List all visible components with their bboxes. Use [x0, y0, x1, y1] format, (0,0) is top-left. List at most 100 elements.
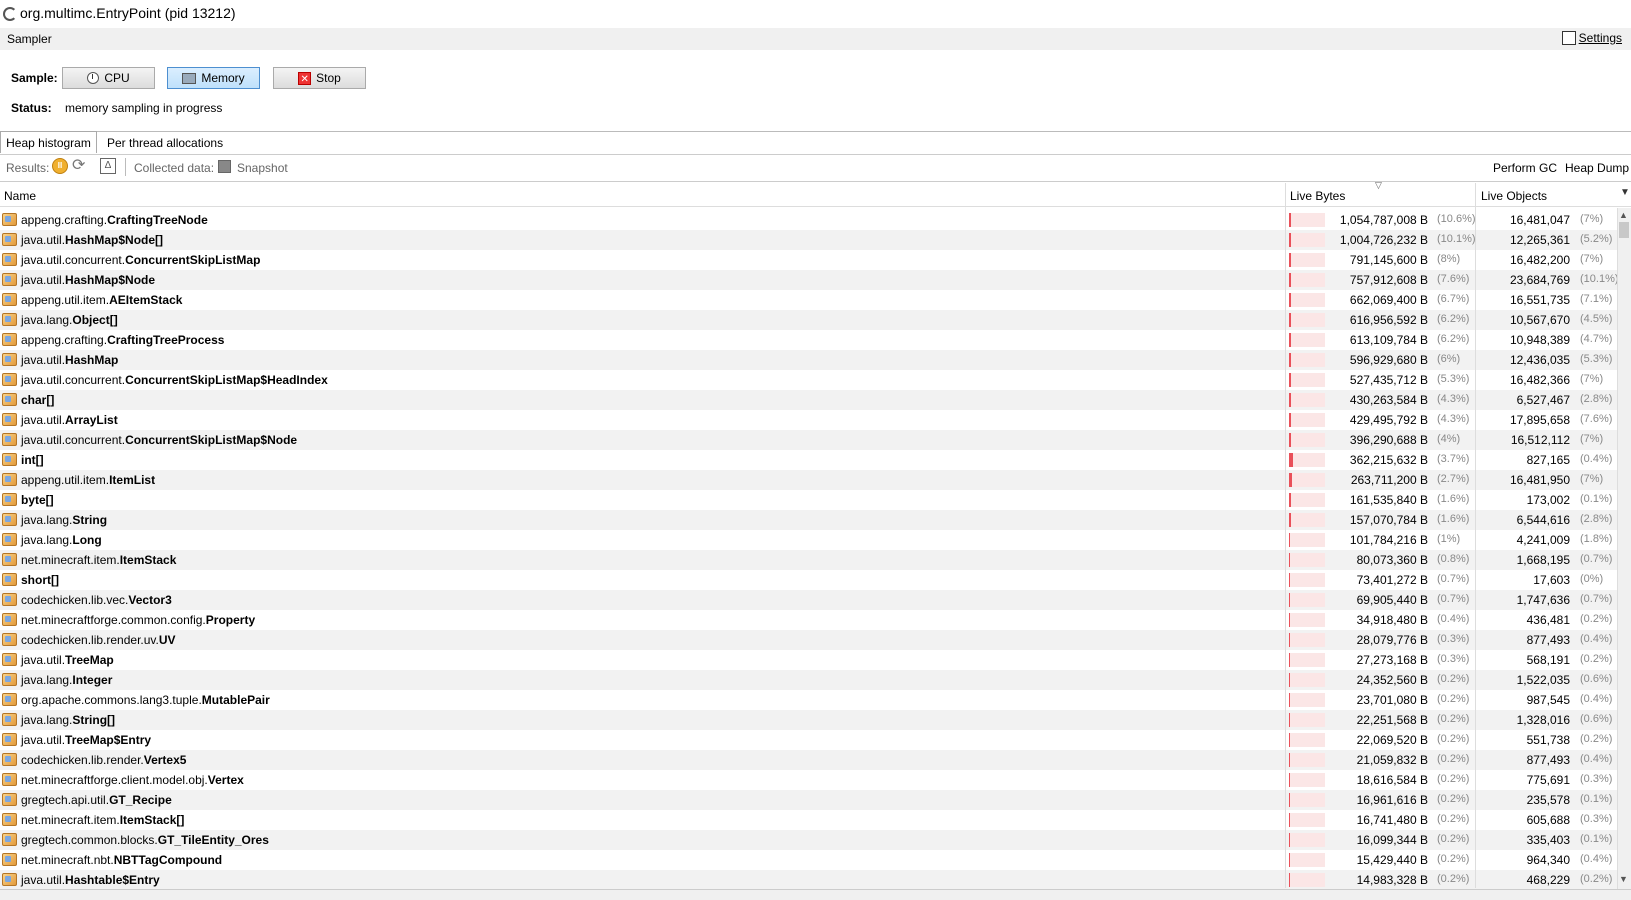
title-bar: org.multimc.EntryPoint (pid 13212)	[0, 0, 1631, 26]
status-value: memory sampling in progress	[65, 101, 223, 115]
class-name: gregtech.api.util.GT_Recipe	[21, 793, 172, 807]
class-name: net.minecraftforge.common.config.Propert…	[21, 613, 255, 627]
table-row[interactable]: appeng.util.item.AEItemStack 662,069,400 …	[0, 290, 1617, 310]
pause-icon[interactable]: II	[52, 158, 68, 174]
live-bytes-percent: (0.3%)	[1437, 653, 1470, 665]
snapshot-button[interactable]: Snapshot	[237, 161, 288, 175]
table-row[interactable]: java.util.Hashtable$Entry 14,983,328 B (0.…	[0, 870, 1617, 890]
table-row[interactable]: codechicken.lib.render.Vertex5 21,059,832…	[0, 750, 1617, 770]
table-row[interactable]: short[] 73,401,272 B (0.7%) 17,603 (0%)	[0, 570, 1617, 590]
live-objects-percent: (1.8%)	[1580, 533, 1613, 545]
table-row[interactable]: java.util.HashMap$Node 757,912,608 B (7.6%…	[0, 270, 1619, 290]
table-row[interactable]: byte[] 161,535,840 B (1.6%) 173,002 (0.1%)	[0, 490, 1617, 510]
memory-button[interactable]: Memory	[167, 67, 260, 89]
class-name: codechicken.lib.render.uv.UV	[21, 633, 176, 647]
class-icon	[2, 773, 17, 786]
table-row[interactable]: java.util.ArrayList 429,495,792 B (4.3%) 17…	[0, 410, 1617, 430]
column-header-name[interactable]: Name	[4, 189, 36, 203]
perform-gc-button[interactable]: Perform GC	[1493, 161, 1557, 175]
table-row[interactable]: codechicken.lib.vec.Vector3 69,905,440 B (…	[0, 590, 1617, 610]
live-bytes-bar	[1289, 753, 1325, 767]
settings-checkbox[interactable]	[1561, 31, 1576, 45]
table-row[interactable]: net.minecraftforge.client.model.obj.Vert…	[0, 770, 1617, 790]
table-row[interactable]: org.apache.commons.lang3.tuple.MutablePa…	[0, 690, 1617, 710]
heap-dump-button[interactable]: Heap Dump	[1565, 161, 1629, 175]
table-row[interactable]: appeng.util.item.ItemList 263,711,200 B (2…	[0, 470, 1617, 490]
live-objects-percent: (2.8%)	[1580, 393, 1613, 405]
table-row[interactable]: java.util.HashMap$Node[] 1,004,726,232 B (…	[0, 230, 1617, 250]
table-row[interactable]: java.lang.String 157,070,784 B (1.6%) 6,544…	[0, 510, 1617, 530]
loading-spinner-icon	[3, 7, 17, 21]
column-header-live-objects[interactable]: Live Objects	[1481, 189, 1547, 203]
refresh-icon[interactable]: ⟳	[72, 158, 88, 174]
cpu-button[interactable]: CPU	[62, 67, 155, 89]
toolbar-separator	[125, 158, 126, 176]
table-header	[0, 181, 1631, 207]
table-row[interactable]: gregtech.api.util.GT_Recipe 16,961,616 B (…	[0, 790, 1617, 810]
live-bytes-bar	[1289, 833, 1325, 847]
live-objects-percent: (5.3%)	[1580, 353, 1613, 365]
class-simple-name: CraftingTreeNode	[107, 213, 208, 227]
table-row[interactable]: char[] 430,263,584 B (4.3%) 6,527,467 (2.8%)	[0, 390, 1617, 410]
table-row[interactable]: codechicken.lib.render.uv.UV 28,079,776 B…	[0, 630, 1617, 650]
class-name: net.minecraftforge.client.model.obj.Vert…	[21, 773, 244, 787]
column-separator	[1285, 183, 1286, 888]
live-bytes-bar-fill	[1289, 713, 1290, 727]
sample-label: Sample:	[11, 71, 58, 85]
live-bytes-percent: (6%)	[1437, 353, 1461, 365]
vertical-scrollbar[interactable]	[1617, 208, 1631, 889]
class-package: appeng.crafting.	[21, 213, 108, 227]
live-bytes-percent: (0.4%)	[1437, 613, 1470, 625]
table-row[interactable]: int[] 362,215,632 B (3.7%) 827,165 (0.4%)	[0, 450, 1617, 470]
settings-label[interactable]: Settings	[1579, 31, 1622, 45]
table-row[interactable]: appeng.crafting.CraftingTreeNode 1,054,78…	[0, 210, 1617, 230]
live-bytes-value: 263,711,200 B	[1350, 473, 1428, 487]
live-bytes-value: 396,290,688 B	[1349, 433, 1428, 447]
live-bytes-value: 662,069,400 B	[1349, 293, 1428, 307]
live-objects-percent: (10.1%)	[1580, 273, 1619, 285]
class-simple-name: Property	[205, 613, 256, 627]
table-row[interactable]: java.util.concurrent.ConcurrentSkipListM…	[0, 370, 1617, 390]
table-row[interactable]: gregtech.common.blocks.GT_TileEntity_Ore…	[0, 830, 1617, 850]
class-simple-name: short[]	[21, 573, 59, 587]
live-bytes-percent: (6.2%)	[1437, 333, 1470, 345]
table-row[interactable]: java.util.concurrent.ConcurrentSkipListM…	[0, 430, 1617, 450]
column-menu-icon[interactable]: ▼	[1620, 187, 1630, 198]
table-row[interactable]: java.lang.Integer 24,352,560 B (0.2%) 1,522…	[0, 670, 1617, 690]
live-bytes-value: 16,741,480 B	[1356, 813, 1428, 827]
table-row[interactable]: java.lang.Object[] 616,956,592 B (6.2%) 10,…	[0, 310, 1617, 330]
live-bytes-percent: (0.2%)	[1437, 693, 1470, 705]
live-bytes-bar-fill	[1289, 693, 1290, 707]
table-row[interactable]: java.lang.Long 101,784,216 B (1%) 4,241,009…	[0, 530, 1617, 550]
table-row[interactable]: appeng.crafting.CraftingTreeProcess 613,1…	[0, 330, 1617, 350]
tab-per-thread-allocations[interactable]: Per thread allocations	[107, 136, 223, 150]
table-row[interactable]: net.minecraft.nbt.NBTTagCompound 15,429,4…	[0, 850, 1617, 870]
live-bytes-bar	[1289, 513, 1325, 527]
table-row[interactable]: java.util.TreeMap 27,273,168 B (0.3%) 568,1…	[0, 650, 1617, 670]
live-objects-percent: (0.4%)	[1580, 453, 1613, 465]
scroll-up-icon[interactable]: ▲	[1619, 210, 1628, 220]
settings-toggle[interactable]: Settings	[1561, 31, 1622, 45]
stop-button[interactable]: ✕ Stop	[273, 67, 366, 89]
live-objects-percent: (0.4%)	[1580, 693, 1613, 705]
live-bytes-bar-fill	[1289, 373, 1291, 387]
live-bytes-bar	[1289, 393, 1325, 407]
table-row[interactable]: java.util.HashMap 596,929,680 B (6%) 12,436…	[0, 350, 1617, 370]
table-row[interactable]: java.util.concurrent.ConcurrentSkipListM…	[0, 250, 1617, 270]
table-row[interactable]: net.minecraft.item.ItemStack 80,073,360 B…	[0, 550, 1617, 570]
class-icon	[2, 693, 17, 706]
live-bytes-bar-fill	[1289, 793, 1290, 807]
table-row[interactable]: java.lang.String[] 22,251,568 B (0.2%) 1,32…	[0, 710, 1617, 730]
class-simple-name: HashMap$Node[]	[65, 233, 164, 247]
table-row[interactable]: net.minecraftforge.common.config.Propert…	[0, 610, 1617, 630]
class-package: java.util.	[21, 733, 66, 747]
table-row[interactable]: java.util.TreeMap$Entry 22,069,520 B (0.2%…	[0, 730, 1617, 750]
delta-icon[interactable]: Δ	[100, 158, 116, 174]
snapshot-icon[interactable]	[218, 160, 231, 173]
class-icon	[2, 533, 17, 546]
scrollbar-thumb[interactable]	[1619, 222, 1629, 238]
table-row[interactable]: net.minecraft.item.ItemStack[] 16,741,480…	[0, 810, 1617, 830]
tab-heap-histogram[interactable]: Heap histogram	[0, 131, 97, 153]
column-header-live-bytes[interactable]: Live Bytes	[1290, 189, 1345, 203]
scroll-down-icon[interactable]: ▼	[1619, 874, 1628, 884]
